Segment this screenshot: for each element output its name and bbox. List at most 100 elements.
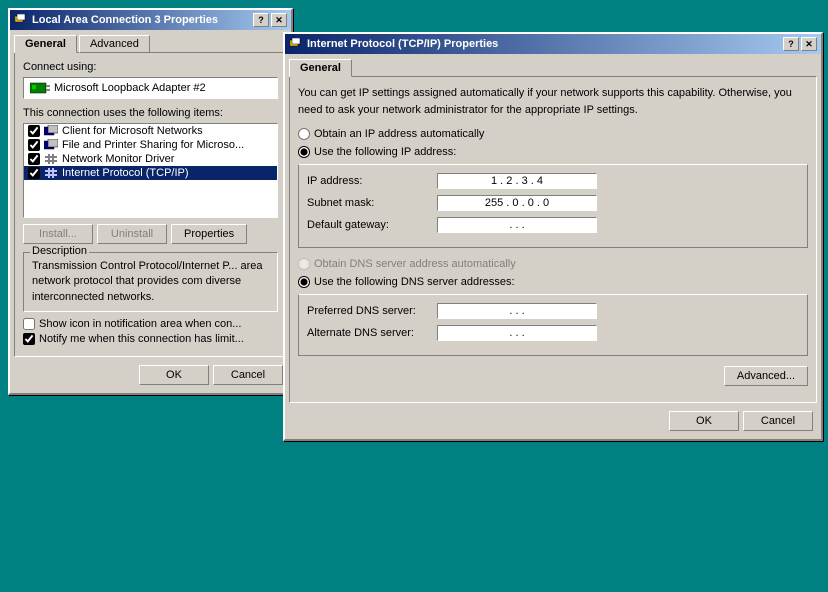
item-label-3: Internet Protocol (TCP/IP)	[62, 167, 189, 179]
win1-tabs: General Advanced	[10, 30, 291, 52]
action-buttons: Install... Uninstall Properties	[23, 224, 278, 244]
win2-tab-content: You can get IP settings assigned automat…	[289, 76, 817, 403]
list-item-1[interactable]: File and Printer Sharing for Microso...	[24, 138, 277, 152]
obtain-dns-radio[interactable]	[298, 258, 310, 270]
description-text: Transmission Control Protocol/Internet P…	[32, 259, 269, 305]
item-icon-1	[44, 139, 58, 151]
list-item-2[interactable]: Network Monitor Driver	[24, 152, 277, 166]
default-gateway-label: Default gateway:	[307, 219, 437, 231]
preferred-dns-row: Preferred DNS server: . . .	[307, 303, 799, 319]
ip-section: IP address: 1 . 2 . 3 . 4 Subnet mask: 2…	[298, 164, 808, 248]
win2-help-btn[interactable]: ?	[783, 37, 799, 51]
default-gateway-value: . . .	[509, 219, 524, 231]
ip-address-label: IP address:	[307, 175, 437, 187]
connection-items-list[interactable]: Client for Microsoft Networks File and P…	[23, 123, 278, 218]
alternate-dns-input[interactable]: . . .	[437, 325, 597, 341]
win1-tab-content: Connect using: Microsoft Loopback Adapte…	[14, 52, 287, 357]
win2-title: Internet Protocol (TCP/IP) Properties	[307, 38, 498, 50]
item-icon-2	[44, 153, 58, 165]
win2-footer-buttons: OK Cancel	[285, 407, 821, 439]
adapter-box: Microsoft Loopback Adapter #2	[23, 77, 278, 99]
subnet-mask-label: Subnet mask:	[307, 197, 437, 209]
item-label-2: Network Monitor Driver	[62, 153, 174, 165]
item-icon-3	[44, 167, 58, 179]
obtain-auto-label: Obtain an IP address automatically	[314, 128, 484, 140]
advanced-btn-row: Advanced...	[298, 366, 808, 386]
install-button[interactable]: Install...	[23, 224, 93, 244]
alternate-dns-value: . . .	[509, 327, 524, 339]
alternate-dns-row: Alternate DNS server: . . .	[307, 325, 799, 341]
advanced-button[interactable]: Advanced...	[724, 366, 808, 386]
win1-icon	[14, 13, 28, 27]
adapter-name: Microsoft Loopback Adapter #2	[54, 82, 206, 94]
local-area-connection-window: Local Area Connection 3 Properties ? ✕ G…	[8, 8, 293, 395]
ip-address-value: 1 . 2 . 3 . 4	[491, 175, 543, 187]
use-following-radio[interactable]	[298, 146, 310, 158]
uninstall-button[interactable]: Uninstall	[97, 224, 167, 244]
win2-ok-btn[interactable]: OK	[669, 411, 739, 431]
obtain-auto-radio[interactable]	[298, 128, 310, 140]
win1-ok-btn[interactable]: OK	[139, 365, 209, 385]
win1-title-left: Local Area Connection 3 Properties	[14, 13, 218, 27]
subnet-mask-value: 255 . 0 . 0 . 0	[485, 197, 549, 209]
connection-items-label: This connection uses the following items…	[23, 107, 278, 119]
tab-general[interactable]: General	[14, 35, 77, 53]
item-label-0: Client for Microsoft Networks	[62, 125, 203, 137]
win2-close-btn[interactable]: ✕	[801, 37, 817, 51]
subnet-mask-row: Subnet mask: 255 . 0 . 0 . 0	[307, 195, 799, 211]
obtain-auto-row: Obtain an IP address automatically	[298, 128, 808, 140]
item-label-1: File and Printer Sharing for Microso...	[62, 139, 244, 151]
win1-title-buttons: ? ✕	[253, 13, 287, 27]
use-dns-radio[interactable]	[298, 276, 310, 288]
item-check-0[interactable]	[28, 125, 40, 137]
default-gateway-input[interactable]: . . .	[437, 217, 597, 233]
win1-close-btn[interactable]: ✕	[271, 13, 287, 27]
default-gateway-row: Default gateway: . . .	[307, 217, 799, 233]
tcpip-properties-window: Internet Protocol (TCP/IP) Properties ? …	[283, 32, 823, 441]
item-icon-0	[44, 125, 58, 137]
ip-address-input[interactable]: 1 . 2 . 3 . 4	[437, 173, 597, 189]
preferred-dns-value: . . .	[509, 305, 524, 317]
show-icon-check[interactable]	[23, 318, 35, 330]
win1-footer-buttons: OK Cancel	[10, 361, 291, 393]
show-icon-row: Show icon in notification area when con.…	[23, 318, 278, 330]
description-group: Description Transmission Control Protoco…	[23, 252, 278, 312]
use-dns-row: Use the following DNS server addresses:	[298, 276, 808, 288]
win2-title-bar: Internet Protocol (TCP/IP) Properties ? …	[285, 34, 821, 54]
item-check-1[interactable]	[28, 139, 40, 151]
win2-tabs: General	[285, 54, 821, 76]
item-check-2[interactable]	[28, 153, 40, 165]
list-item-3[interactable]: Internet Protocol (TCP/IP)	[24, 166, 277, 180]
tab-general-tcpip[interactable]: General	[289, 59, 352, 77]
item-check-3[interactable]	[28, 167, 40, 179]
notify-row: Notify me when this connection has limit…	[23, 333, 278, 345]
dns-section: Preferred DNS server: . . . Alternate DN…	[298, 294, 808, 356]
obtain-dns-row: Obtain DNS server address automatically	[298, 258, 808, 270]
tab-advanced[interactable]: Advanced	[79, 35, 150, 53]
win2-cancel-btn[interactable]: Cancel	[743, 411, 813, 431]
list-item-0[interactable]: Client for Microsoft Networks	[24, 124, 277, 138]
win1-help-btn[interactable]: ?	[253, 13, 269, 27]
description-group-label: Description	[30, 245, 89, 257]
win1-cancel-btn[interactable]: Cancel	[213, 365, 283, 385]
show-icon-label: Show icon in notification area when con.…	[39, 318, 241, 330]
preferred-dns-input[interactable]: . . .	[437, 303, 597, 319]
win2-title-left: Internet Protocol (TCP/IP) Properties	[289, 37, 498, 51]
notify-label: Notify me when this connection has limit…	[39, 333, 244, 345]
subnet-mask-input[interactable]: 255 . 0 . 0 . 0	[437, 195, 597, 211]
notify-check[interactable]	[23, 333, 35, 345]
use-following-label: Use the following IP address:	[314, 146, 456, 158]
win1-title-bar: Local Area Connection 3 Properties ? ✕	[10, 10, 291, 30]
preferred-dns-label: Preferred DNS server:	[307, 305, 437, 317]
win1-title: Local Area Connection 3 Properties	[32, 14, 218, 26]
connect-using-label: Connect using:	[23, 61, 278, 73]
tcpip-description: You can get IP settings assigned automat…	[298, 85, 808, 118]
properties-button[interactable]: Properties	[171, 224, 247, 244]
alternate-dns-label: Alternate DNS server:	[307, 327, 437, 339]
adapter-icon	[30, 81, 50, 95]
use-following-row: Use the following IP address:	[298, 146, 808, 158]
use-dns-label: Use the following DNS server addresses:	[314, 276, 515, 288]
win2-icon	[289, 37, 303, 51]
ip-address-row: IP address: 1 . 2 . 3 . 4	[307, 173, 799, 189]
win2-title-buttons: ? ✕	[783, 37, 817, 51]
